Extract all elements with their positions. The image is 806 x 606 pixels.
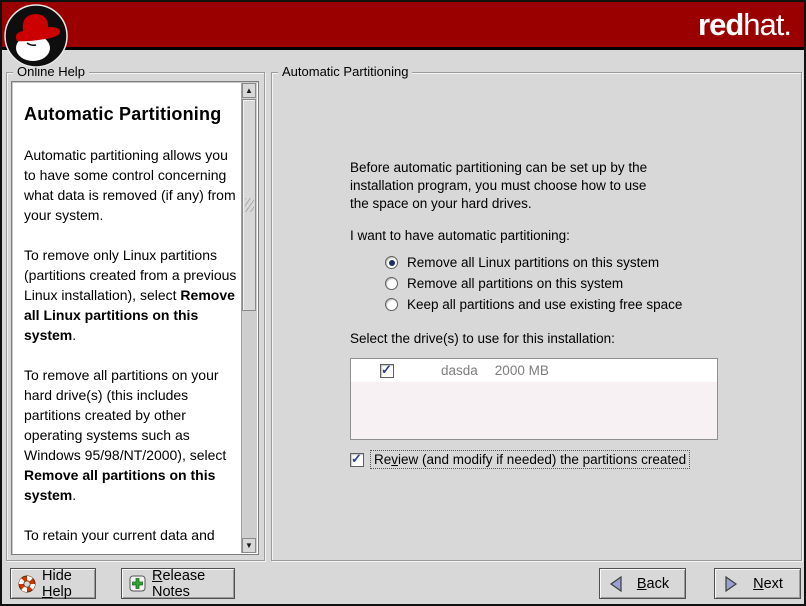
hide-help-button[interactable]: Hide Help [10,568,96,599]
radio-option[interactable]: Remove all Linux partitions on this syst… [385,252,682,273]
intro-text: Before automatic partitioning can be set… [350,159,666,213]
drive-name: dasda [441,363,478,378]
radio-option[interactable]: Remove all partitions on this system [385,273,682,294]
radio-button-icon[interactable] [385,256,398,269]
help-paragraphs: Automatic partitioning allows you to hav… [24,145,240,545]
drive-prompt: Select the drive(s) to use for this inst… [350,331,615,346]
back-arrow-icon [607,575,625,593]
wordmark-red: red [698,7,743,42]
drive-listbox[interactable]: ✓ dasda 2000 MB [350,358,718,440]
radio-button-icon[interactable] [385,298,398,311]
next-arrow-icon [722,575,740,593]
review-checkbox-row[interactable]: ✓ Review (and modify if needed) the part… [350,450,690,469]
help-text: Automatic Partitioning Automatic partiti… [12,82,242,554]
radio-option-label: Remove all partitions on this system [407,276,623,291]
next-label: Next [746,576,790,592]
check-icon: ✓ [351,451,362,467]
next-button[interactable]: Next [714,568,801,599]
help-viewport: Automatic Partitioning Automatic partiti… [11,81,259,555]
review-checkbox-label[interactable]: Review (and modify if needed) the partit… [370,450,690,469]
drive-checkbox[interactable]: ✓ [380,364,394,378]
wordmark-hat: hat. [743,7,791,42]
radio-option-label: Remove all Linux partitions on this syst… [407,255,659,270]
hide-help-label: Hide Help [42,568,95,600]
radio-button-icon[interactable] [385,277,398,290]
radio-option-label: Keep all partitions and use existing fre… [407,297,682,312]
automatic-partitioning-frame: Automatic Partitioning Before automatic … [271,72,802,561]
online-help-frame: Online Help Automatic Partitioning Autom… [6,72,265,561]
check-icon: ✓ [381,362,392,378]
radio-option[interactable]: Keep all partitions and use existing fre… [385,294,682,315]
drive-size: 2000 MB [495,363,549,378]
scrollbar-grip-icon [245,198,254,212]
help-paragraph: To remove all partitions on your hard dr… [24,365,240,505]
back-button[interactable]: Back [599,568,686,599]
life-ring-help-icon [18,575,36,593]
top-banner [2,2,804,50]
scroll-up-arrow-icon[interactable]: ▲ [242,83,256,98]
scrollbar-thumb[interactable] [242,99,256,311]
back-label: Back [631,576,675,592]
scroll-down-arrow-icon[interactable]: ▼ [242,538,256,553]
help-scrollbar[interactable]: ▲ ▼ [241,83,257,553]
help-paragraph: Automatic partitioning allows you to hav… [24,145,240,225]
review-checkbox[interactable]: ✓ [350,453,364,467]
automatic-partitioning-frame-label: Automatic Partitioning [278,64,412,79]
release-notes-button[interactable]: Release Notes [121,568,235,599]
release-notes-icon [129,575,146,592]
release-notes-label: Release Notes [152,568,234,600]
redhat-shadowman-logo [3,3,69,69]
drive-row[interactable]: ✓ dasda 2000 MB [351,359,717,382]
help-heading: Automatic Partitioning [24,104,240,125]
help-paragraph: To retain your current data and [24,525,240,545]
partitioning-radio-group: Remove all Linux partitions on this syst… [385,252,682,315]
installer-window: redhat. Online Help Automatic Partitioni… [0,0,806,606]
radio-prompt: I want to have automatic partitioning: [350,228,570,243]
redhat-wordmark: redhat. [698,7,791,43]
help-paragraph: To remove only Linux partitions (partiti… [24,245,240,345]
